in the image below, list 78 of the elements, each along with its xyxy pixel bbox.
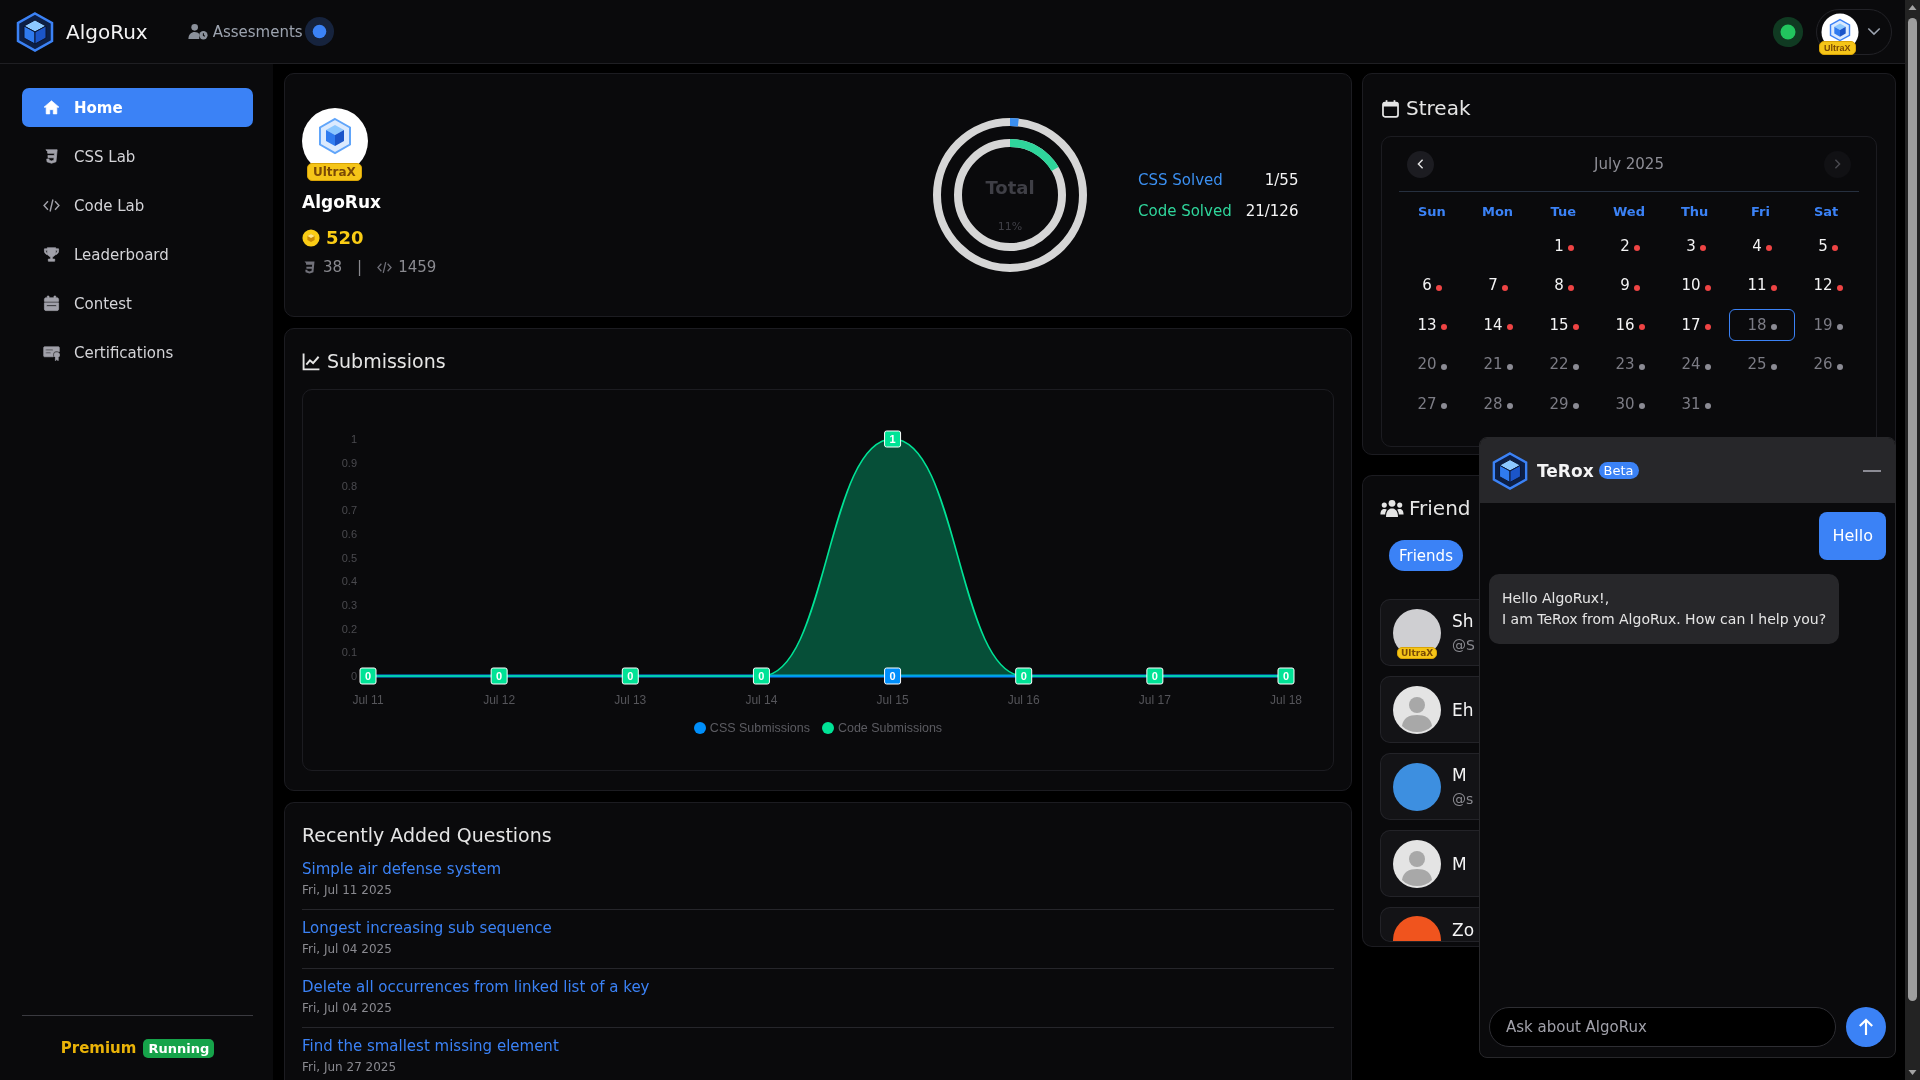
y-tick-label: 0.2	[341, 622, 357, 635]
weekday-label: Sun	[1416, 203, 1447, 219]
card-title: Recently Added Questions	[302, 823, 553, 847]
solved-label: CSS Solved	[1138, 170, 1224, 191]
data-label: 0	[1015, 667, 1033, 685]
donut-center-label: Total	[985, 177, 1035, 198]
x-tick-label: Jul 12	[483, 693, 516, 707]
data-label: 0	[1020, 670, 1027, 682]
y-tick-label: 0.4	[341, 575, 357, 588]
y-tick-label: 0	[350, 670, 357, 682]
friend-name: Sh	[1452, 611, 1475, 631]
data-label: 0	[621, 667, 639, 685]
question-date: Fri, Jun 27 2025	[302, 1059, 398, 1075]
y-tick-label: 1	[350, 433, 357, 445]
question-date: Fri, Jul 04 2025	[302, 941, 393, 957]
y-tick-label: 0.3	[341, 598, 357, 611]
y-tick-label: 0.8	[341, 480, 357, 493]
weekday-label: Mon	[1481, 203, 1515, 219]
profile-name: AlgoRux	[302, 191, 382, 213]
plan-label: Premium	[60, 1039, 137, 1057]
weekday-label: Tue	[1549, 203, 1578, 219]
question-date: Fri, Jul 11 2025	[302, 882, 393, 898]
x-tick-label: Jul 16	[1007, 693, 1040, 707]
solved-label: Code Solved	[1138, 201, 1232, 222]
data-label: 1	[889, 433, 896, 445]
solved-count: 1/55	[1263, 170, 1299, 191]
x-tick-label: Jul 17	[1138, 693, 1171, 707]
separator: |	[357, 258, 363, 276]
data-label: 0	[490, 667, 508, 685]
x-tick-label: Jul 11	[352, 693, 384, 707]
weekday-label: Wed	[1612, 203, 1646, 219]
data-label: 0	[758, 670, 765, 682]
y-tick-label: 0.5	[341, 551, 357, 564]
status-badge: Running	[143, 1038, 215, 1058]
chat-title: TeRox	[1537, 460, 1594, 481]
friend-handle: @S	[1452, 637, 1475, 654]
data-label: 0	[752, 667, 770, 685]
friend-name: Eh	[1452, 699, 1474, 720]
question-date: Fri, Jul 04 2025	[302, 1000, 393, 1016]
x-tick-label: Jul 18	[1270, 693, 1302, 707]
beta-badge: Beta	[1598, 462, 1639, 479]
user-message: Hello	[1819, 512, 1886, 560]
data-label: 0	[884, 667, 902, 685]
y-tick-label: 0.7	[341, 504, 357, 517]
bot-message: Hello AlgoRux!, I am TeRox from AlgoRux. How can I help you?	[1489, 574, 1840, 644]
y-tick-label: 0.9	[341, 456, 357, 469]
data-label: 0	[1277, 667, 1295, 685]
data-label: 0	[627, 670, 634, 682]
data-label: 1	[884, 430, 902, 448]
y-tick-label: 0.1	[341, 646, 357, 659]
weekday-label: Thu	[1680, 203, 1710, 219]
data-label: 0	[1146, 667, 1164, 685]
data-label: 0	[889, 670, 896, 682]
css-count: 38	[323, 258, 343, 276]
weekday-label: Fri	[1749, 203, 1771, 219]
data-label: 0	[359, 667, 377, 685]
solved-count: 21/126	[1245, 201, 1299, 222]
code-count: 1459	[398, 258, 437, 276]
data-label: 0	[364, 670, 372, 682]
data-label: 0	[496, 670, 503, 682]
data-label: 0	[1151, 670, 1158, 682]
friend-name: Zo	[1452, 920, 1475, 940]
data-label: 0	[1282, 670, 1290, 682]
friend-name: M	[1452, 853, 1467, 874]
x-tick-label: Jul 14	[745, 693, 778, 707]
card-title: Streak	[1406, 96, 1471, 120]
card-title: Friend	[1409, 496, 1471, 520]
coin-count: 520	[326, 227, 364, 248]
x-tick-label: Jul 15	[876, 693, 909, 707]
weekday-label: Sat	[1812, 203, 1840, 219]
x-tick-label: Jul 13	[614, 693, 647, 707]
donut-percent: 11%	[997, 220, 1023, 233]
friend-name: M	[1452, 765, 1468, 785]
card-title: Submissions	[327, 350, 446, 372]
month-label: July 2025	[1594, 155, 1664, 173]
plan-badge: UltraX	[307, 163, 362, 182]
y-tick-label: 0.6	[341, 527, 357, 540]
friend-handle: @s	[1452, 791, 1474, 808]
